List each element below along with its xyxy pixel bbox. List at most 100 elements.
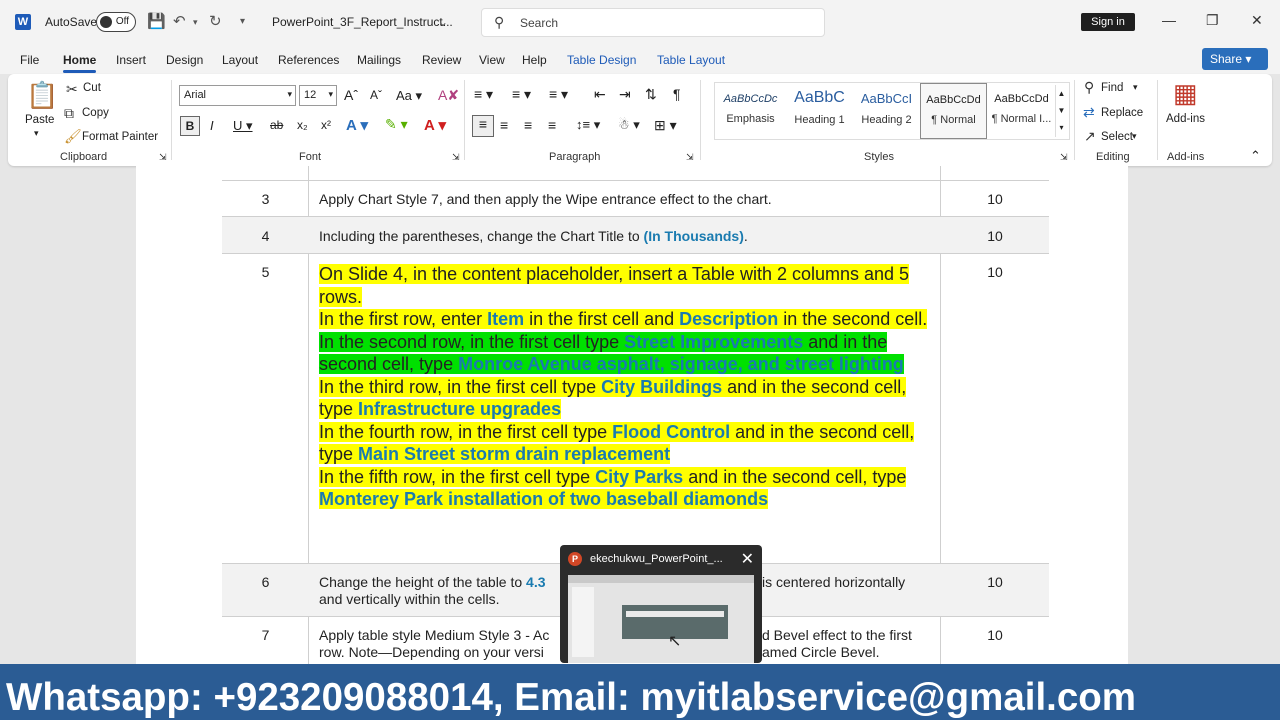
copy-button[interactable]: Copy bbox=[82, 107, 109, 119]
numbering-icon[interactable]: ≡ ▾ bbox=[512, 86, 531, 103]
find-icon[interactable]: ⚲ bbox=[1084, 79, 1094, 96]
grow-font-icon[interactable]: Aˆ bbox=[344, 87, 358, 103]
underline-icon[interactable]: U ▾ bbox=[233, 118, 253, 134]
customize-toolbar-icon[interactable]: ▾ bbox=[240, 16, 245, 27]
tab-insert[interactable]: Insert bbox=[116, 53, 146, 67]
font-size-select[interactable]: 12 ▾ bbox=[299, 85, 337, 106]
close-icon[interactable]: ✕ bbox=[741, 549, 754, 569]
table-row: 4 Including the parentheses, change the … bbox=[222, 216, 1049, 253]
style-emphasis-preview: AaBbCcDc bbox=[723, 93, 778, 105]
tab-layout[interactable]: Layout bbox=[222, 53, 258, 67]
paste-icon[interactable]: 📋 bbox=[26, 80, 58, 111]
tab-help[interactable]: Help bbox=[522, 53, 547, 67]
add-ins-icon[interactable]: ▦ bbox=[1173, 78, 1198, 109]
clipboard-launcher-icon[interactable]: ⇲ bbox=[159, 152, 167, 163]
font-color-icon[interactable]: A ▾ bbox=[424, 116, 446, 134]
sort-icon[interactable]: ⇅ bbox=[645, 86, 657, 103]
change-case-icon[interactable]: Aa ▾ bbox=[396, 88, 422, 104]
style-normal[interactable]: AaBbCcDd ¶ Normal bbox=[920, 83, 987, 139]
save-icon[interactable]: 💾 bbox=[147, 12, 166, 30]
undo-dropdown-icon[interactable]: ▾ bbox=[193, 17, 198, 28]
autosave-toggle[interactable]: Off bbox=[96, 12, 136, 32]
window-preview[interactable]: ↖ bbox=[568, 575, 754, 663]
search-placeholder: Search bbox=[520, 16, 559, 30]
styles-gallery: AaBbCcDc Emphasis AaBbC Heading 1 AaBbCc… bbox=[714, 82, 1070, 140]
row-instruction-end: . bbox=[743, 228, 748, 244]
justify-icon[interactable]: ≡ bbox=[548, 117, 556, 133]
shading-icon[interactable]: ☃ ▾ bbox=[618, 117, 640, 133]
restore-icon[interactable]: ❐ bbox=[1206, 12, 1219, 29]
tab-design[interactable]: Design bbox=[166, 53, 203, 67]
increase-indent-icon[interactable]: ⇥ bbox=[619, 86, 631, 103]
select-icon[interactable]: ↗ bbox=[1084, 128, 1096, 145]
tab-review[interactable]: Review bbox=[422, 53, 461, 67]
subscript-icon[interactable]: x₂ bbox=[297, 118, 308, 132]
shrink-font-icon[interactable]: Aˇ bbox=[370, 88, 382, 102]
answer-text: Monterey Park installation of two baseba… bbox=[319, 489, 769, 509]
line-spacing-icon[interactable]: ↕≡ ▾ bbox=[576, 117, 600, 133]
text-effects-icon[interactable]: A ▾ bbox=[346, 116, 368, 134]
clear-formatting-icon[interactable]: A✘ bbox=[438, 87, 459, 104]
style-normal-indent[interactable]: AaBbCcDd ¶ Normal I... bbox=[988, 83, 1055, 139]
align-left-icon[interactable]: ≡ bbox=[472, 115, 494, 137]
select-dropdown-icon[interactable]: ▾ bbox=[1132, 131, 1137, 142]
cut-button[interactable]: Cut bbox=[83, 82, 101, 94]
find-button[interactable]: Find bbox=[1101, 82, 1123, 94]
find-dropdown-icon[interactable]: ▾ bbox=[1133, 82, 1138, 93]
italic-icon[interactable]: I bbox=[210, 118, 214, 133]
style-heading-1[interactable]: AaBbC Heading 1 bbox=[786, 83, 853, 139]
chevron-down-icon[interactable]: ⌄ bbox=[438, 15, 448, 29]
paste-dropdown-icon[interactable]: ▾ bbox=[34, 128, 39, 139]
bold-icon[interactable]: B bbox=[180, 116, 200, 136]
row-points: 10 bbox=[987, 574, 1003, 590]
styles-launcher-icon[interactable]: ⇲ bbox=[1060, 152, 1068, 163]
format-painter-button[interactable]: Format Painter bbox=[82, 131, 158, 143]
highlight-color-icon[interactable]: ✎ ▾ bbox=[385, 116, 408, 133]
align-right-icon[interactable]: ≡ bbox=[524, 117, 532, 133]
thumbnail-title: ekechukwu_PowerPoint_... bbox=[590, 553, 723, 565]
strikethrough-icon[interactable]: ab bbox=[270, 118, 283, 132]
paste-button[interactable]: Paste bbox=[25, 114, 54, 126]
superscript-icon[interactable]: x² bbox=[321, 118, 331, 132]
replace-icon[interactable]: ⇄ bbox=[1083, 104, 1095, 121]
font-name-select[interactable]: Arial ▾ bbox=[179, 85, 296, 106]
tab-file[interactable]: File bbox=[20, 53, 39, 67]
tab-table-layout[interactable]: Table Layout bbox=[657, 53, 725, 67]
sign-in-button[interactable]: Sign in bbox=[1081, 13, 1135, 31]
show-formatting-marks-icon[interactable]: ¶ bbox=[673, 86, 681, 102]
tab-view[interactable]: View bbox=[479, 53, 505, 67]
minimize-icon[interactable]: — bbox=[1162, 12, 1176, 28]
answer-text: (In Thousands) bbox=[643, 228, 744, 244]
tab-references[interactable]: References bbox=[278, 53, 339, 67]
collapse-ribbon-icon[interactable]: ⌃ bbox=[1250, 148, 1261, 164]
search-input[interactable]: ⚲ Search bbox=[481, 8, 825, 37]
copy-icon[interactable]: ⧉ bbox=[64, 105, 74, 122]
tab-mailings[interactable]: Mailings bbox=[357, 53, 401, 67]
share-button[interactable]: Share ▾ bbox=[1202, 48, 1268, 70]
close-icon[interactable]: ✕ bbox=[1251, 12, 1263, 29]
font-name-value: Arial bbox=[184, 89, 207, 101]
styles-scroll[interactable]: ▲ ▼ ▾ bbox=[1055, 85, 1067, 137]
borders-icon[interactable]: ⊞ ▾ bbox=[654, 117, 677, 134]
replace-button[interactable]: Replace bbox=[1101, 107, 1143, 119]
taskbar-thumbnail-popup[interactable]: P ekechukwu_PowerPoint_... ✕ ↖ bbox=[560, 545, 762, 663]
decrease-indent-icon[interactable]: ⇤ bbox=[594, 86, 606, 103]
tab-table-design[interactable]: Table Design bbox=[567, 53, 636, 67]
style-heading-1-name: Heading 1 bbox=[794, 114, 845, 126]
tab-home[interactable]: Home bbox=[63, 53, 97, 73]
paragraph-launcher-icon[interactable]: ⇲ bbox=[686, 152, 694, 163]
select-button[interactable]: Select bbox=[1101, 131, 1133, 143]
add-ins-button[interactable]: Add-ins bbox=[1166, 113, 1205, 125]
search-icon: ⚲ bbox=[494, 14, 505, 30]
align-center-icon[interactable]: ≡ bbox=[500, 117, 508, 133]
scissors-icon[interactable]: ✂ bbox=[66, 81, 78, 98]
multilevel-list-icon[interactable]: ≡ ▾ bbox=[549, 86, 568, 103]
document-title[interactable]: PowerPoint_3F_Report_Instruct... bbox=[272, 15, 453, 29]
style-emphasis[interactable]: AaBbCcDc Emphasis bbox=[717, 83, 784, 139]
bullets-icon[interactable]: ≡ ▾ bbox=[474, 86, 493, 103]
format-painter-icon[interactable]: 🖌 bbox=[64, 128, 82, 145]
font-launcher-icon[interactable]: ⇲ bbox=[452, 152, 460, 163]
style-heading-2[interactable]: AaBbCcI Heading 2 bbox=[853, 83, 920, 139]
undo-icon[interactable]: ↶ bbox=[173, 12, 186, 30]
redo-icon[interactable]: ↻ bbox=[209, 12, 222, 30]
